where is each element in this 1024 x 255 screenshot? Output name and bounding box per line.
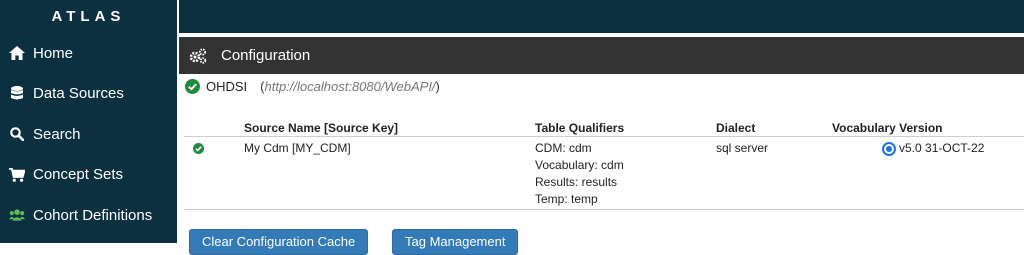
source-name-cell: My Cdm [MY_CDM] bbox=[244, 136, 535, 210]
table-row: My Cdm [MY_CDM] CDM: cdm Vocabulary: cdm… bbox=[184, 136, 1024, 210]
sidebar-item-search[interactable]: Search bbox=[0, 114, 177, 155]
app-brand[interactable]: ATLAS bbox=[0, 0, 177, 33]
status-column-header bbox=[184, 120, 244, 137]
qualifiers-cell: CDM: cdm Vocabulary: cdm Results: result… bbox=[535, 136, 716, 210]
dialect-cell: sql server bbox=[716, 136, 832, 210]
clear-configuration-cache-button[interactable]: Clear Configuration Cache bbox=[189, 229, 369, 255]
database-icon bbox=[9, 86, 25, 102]
row-status-cell bbox=[184, 136, 244, 210]
tag-management-button[interactable]: Tag Management bbox=[392, 229, 519, 255]
url-close-paren: ) bbox=[435, 79, 440, 94]
search-icon bbox=[9, 126, 25, 142]
source-url: (http://localhost:8080/WebAPI/) bbox=[260, 79, 440, 94]
sidebar-item-cohort-definitions[interactable]: Cohort Definitions bbox=[0, 195, 177, 236]
column-header-source[interactable]: Source Name [Source Key] bbox=[244, 120, 535, 137]
vocabulary-version-label: v5.0 31-OCT-22 bbox=[899, 141, 985, 155]
check-circle-icon bbox=[185, 79, 200, 94]
sidebar-item-home[interactable]: Home bbox=[0, 33, 177, 74]
sidebar-item-data-sources[interactable]: Data Sources bbox=[0, 74, 177, 115]
sidebar-item-label: Search bbox=[33, 125, 81, 143]
qualifier-results: Results: results bbox=[535, 175, 618, 189]
column-header-vocabulary[interactable]: Vocabulary Version bbox=[832, 120, 1024, 137]
column-header-dialect[interactable]: Dialect bbox=[716, 120, 832, 137]
sidebar-item-label: Concept Sets bbox=[33, 166, 124, 184]
source-name: OHDSI bbox=[206, 79, 248, 94]
users-icon bbox=[9, 207, 25, 223]
sources-table: Source Name [Source Key] Table Qualifier… bbox=[184, 120, 1024, 210]
qualifier-cdm: CDM: cdm bbox=[535, 141, 592, 155]
sidebar-item-concept-sets[interactable]: Concept Sets bbox=[0, 155, 177, 196]
source-info: OHDSI (http://localhost:8080/WebAPI/) bbox=[185, 79, 440, 94]
panel-header: Configuration bbox=[179, 37, 1024, 74]
page-title: Configuration bbox=[221, 47, 311, 64]
vocabulary-cell: v5.0 31-OCT-22 bbox=[832, 136, 1024, 210]
home-icon bbox=[9, 45, 25, 61]
column-header-qualifiers[interactable]: Table Qualifiers bbox=[535, 120, 716, 137]
table-header-row: Source Name [Source Key] Table Qualifier… bbox=[184, 120, 1024, 137]
sidebar-item-label: Cohort Definitions bbox=[33, 206, 153, 224]
shopping-cart-icon bbox=[9, 167, 25, 183]
check-circle-icon bbox=[193, 142, 204, 159]
source-url-link[interactable]: http://localhost:8080/WebAPI/ bbox=[265, 79, 436, 94]
sidebar-item-label: Home bbox=[33, 44, 74, 62]
sidebar-item-label: Data Sources bbox=[33, 85, 124, 103]
vocabulary-radio-button[interactable] bbox=[882, 141, 896, 156]
qualifier-temp: Temp: temp bbox=[535, 192, 598, 206]
cogs-icon bbox=[189, 47, 207, 64]
sidebar: ATLAS Home Data Sources Search Concept S… bbox=[0, 0, 177, 243]
top-bar bbox=[179, 0, 1024, 33]
qualifier-vocabulary: Vocabulary: cdm bbox=[535, 158, 624, 172]
